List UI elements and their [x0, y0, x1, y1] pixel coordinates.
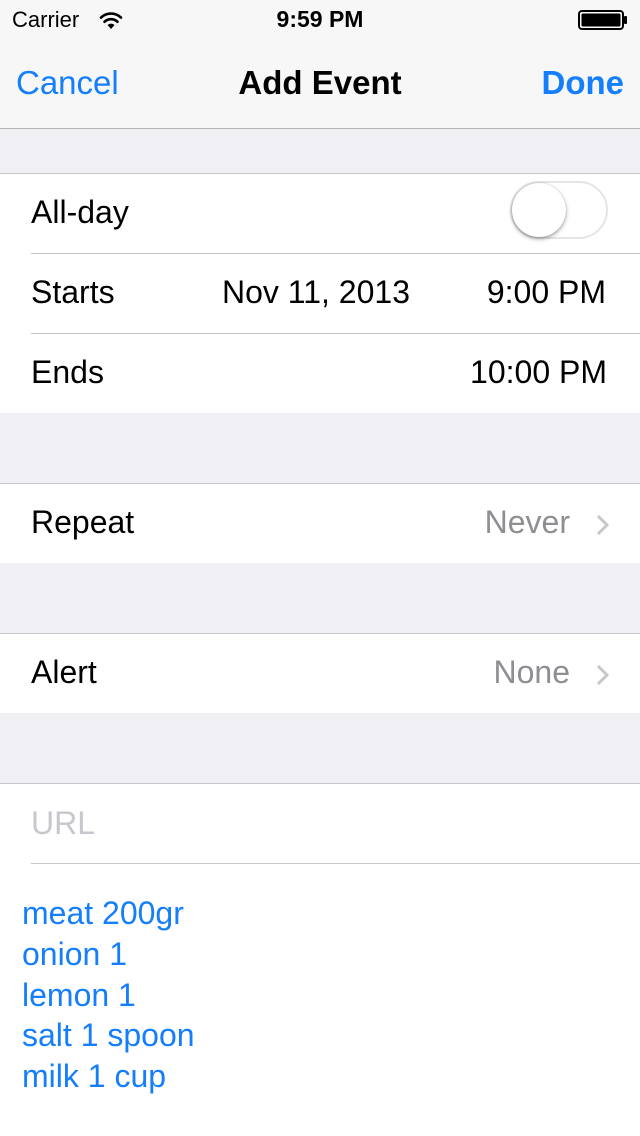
url-placeholder: URL: [31, 805, 96, 841]
notes-line: salt 1 spoon: [22, 1017, 195, 1054]
alert-row[interactable]: Alert None: [0, 634, 640, 714]
ends-label: Ends: [31, 354, 104, 390]
starts-row[interactable]: Starts Nov 11, 2013 9:00 PM: [0, 254, 640, 334]
ends-row[interactable]: Ends 10:00 PM: [0, 334, 640, 414]
status-time: 9:59 PM: [276, 6, 364, 32]
toggle-knob: [512, 183, 566, 237]
section-spacer: [0, 413, 640, 484]
ends-time: 10:00 PM: [470, 354, 607, 390]
row-divider: [31, 863, 640, 864]
section-spacer: [0, 129, 640, 174]
starts-label: Starts: [31, 274, 115, 310]
starts-date: Nov 11, 2013: [222, 274, 410, 310]
alert-value: None: [493, 654, 571, 690]
repeat-label: Repeat: [31, 504, 135, 540]
alert-label: Alert: [31, 654, 97, 690]
repeat-row[interactable]: Repeat Never: [0, 484, 640, 564]
chevron-right-icon: [596, 514, 610, 536]
section-spacer: [0, 713, 640, 784]
battery-icon: [578, 10, 627, 30]
status-bar: Carrier 9:59 PM: [0, 0, 640, 40]
url-field[interactable]: [0, 784, 640, 864]
notes-line: lemon 1: [22, 976, 136, 1013]
all-day-toggle[interactable]: [510, 181, 608, 239]
all-day-label: All-day: [31, 194, 129, 230]
notes-line: milk 1 cup: [22, 1058, 167, 1095]
chevron-right-icon: [596, 664, 610, 686]
starts-time: 9:00 PM: [486, 274, 606, 310]
notes-text-area[interactable]: meat 200gr onion 1 lemon 1 salt 1 spoon …: [22, 893, 195, 1097]
section-spacer: [0, 563, 640, 634]
repeat-value: Never: [484, 504, 570, 540]
done-button[interactable]: Done: [542, 64, 625, 102]
notes-line: meat 200gr: [22, 895, 184, 931]
notes-line: onion 1: [22, 935, 127, 972]
navigation-bar: Cancel Add Event Done: [0, 40, 640, 129]
